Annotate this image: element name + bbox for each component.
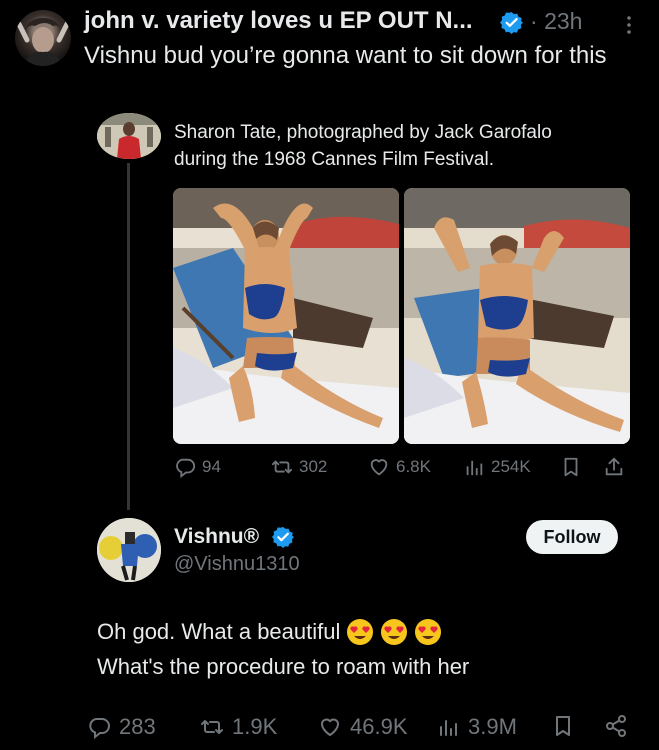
quoted-text-line-1: Sharon Tate, photographed by Jack Garofa… [174,122,552,143]
repost-icon [271,460,293,474]
reply-icon [176,458,196,478]
reply-author-name[interactable]: Vishnu® [174,525,259,549]
share-icon [605,457,623,476]
reply-author-avatar[interactable] [97,518,161,582]
quoted-views-count: 254K [491,457,531,476]
reply-author-name-text: Vishnu® [174,525,260,548]
post-time[interactable]: · 23h [530,8,582,35]
reply-views-count: 3.9M [468,714,517,739]
time-text: 23h [544,8,583,34]
heart-eyes-emoji-icon [346,618,374,646]
author-name-text: john v. variety loves u EP OUT N... [84,7,473,34]
reply-repost-button[interactable]: 1.9K [200,714,277,740]
views-icon [440,720,457,736]
quoted-text-line-2: during the 1968 Cannes Film Festival. [174,149,494,170]
quoted-share-button[interactable] [603,456,625,478]
reply-text-line-2: What's the procedure to roam with her [97,654,470,679]
heart-eyes-emoji-icon [380,618,408,646]
reply-like-button[interactable]: 46.9K [318,714,408,740]
reply-verified-badge-icon [272,526,294,548]
reply-like-count: 46.9K [350,714,408,739]
quoted-like-count: 6.8K [396,457,431,476]
heart-icon [370,459,388,476]
reply-share-button[interactable] [604,714,628,738]
quoted-repost-button[interactable]: 302 [271,456,327,478]
quoted-like-button[interactable]: 6.8K [368,456,431,478]
heart-eyes-emoji-icon [414,618,442,646]
more-options-icon[interactable] [626,14,632,36]
quoted-repost-count: 302 [299,457,328,476]
author-avatar[interactable] [15,10,71,66]
thread-connector-line [127,163,130,510]
photo-1[interactable] [173,188,399,444]
photo-2[interactable] [404,188,630,444]
repost-icon [201,720,223,734]
reply-icon [89,718,110,739]
reply-views-button[interactable]: 3.9M [436,714,517,740]
quoted-author-avatar[interactable] [97,113,161,159]
bookmark-icon [556,716,570,736]
time-separator: · [530,8,538,34]
quoted-reply-button[interactable]: 94 [174,456,221,478]
reply-text-line-1: Oh god. What a beautiful [97,618,442,646]
views-icon [466,460,483,476]
reply-handle[interactable]: @Vishnu1310 [174,553,300,576]
reply-repost-count: 1.9K [232,714,278,739]
follow-button[interactable]: Follow [526,520,618,554]
reply-bookmark-button[interactable] [551,714,575,738]
verified-badge-icon [500,11,523,34]
quoted-bookmark-button[interactable] [560,456,582,478]
heart-icon [321,718,339,736]
quoted-views-button[interactable]: 254K [463,456,531,478]
author-name[interactable]: john v. variety loves u EP OUT N... [84,7,473,35]
reply-reply-button[interactable]: 283 [87,714,156,740]
share-nodes-icon [606,715,626,737]
quoted-reply-count: 94 [202,457,221,476]
bookmark-icon [564,457,578,477]
reply-reply-count: 283 [119,714,156,739]
reply-text-line-1-text: Oh god. What a beautiful [97,619,341,644]
post-text: Vishnu bud you’re gonna want to sit down… [84,42,607,69]
